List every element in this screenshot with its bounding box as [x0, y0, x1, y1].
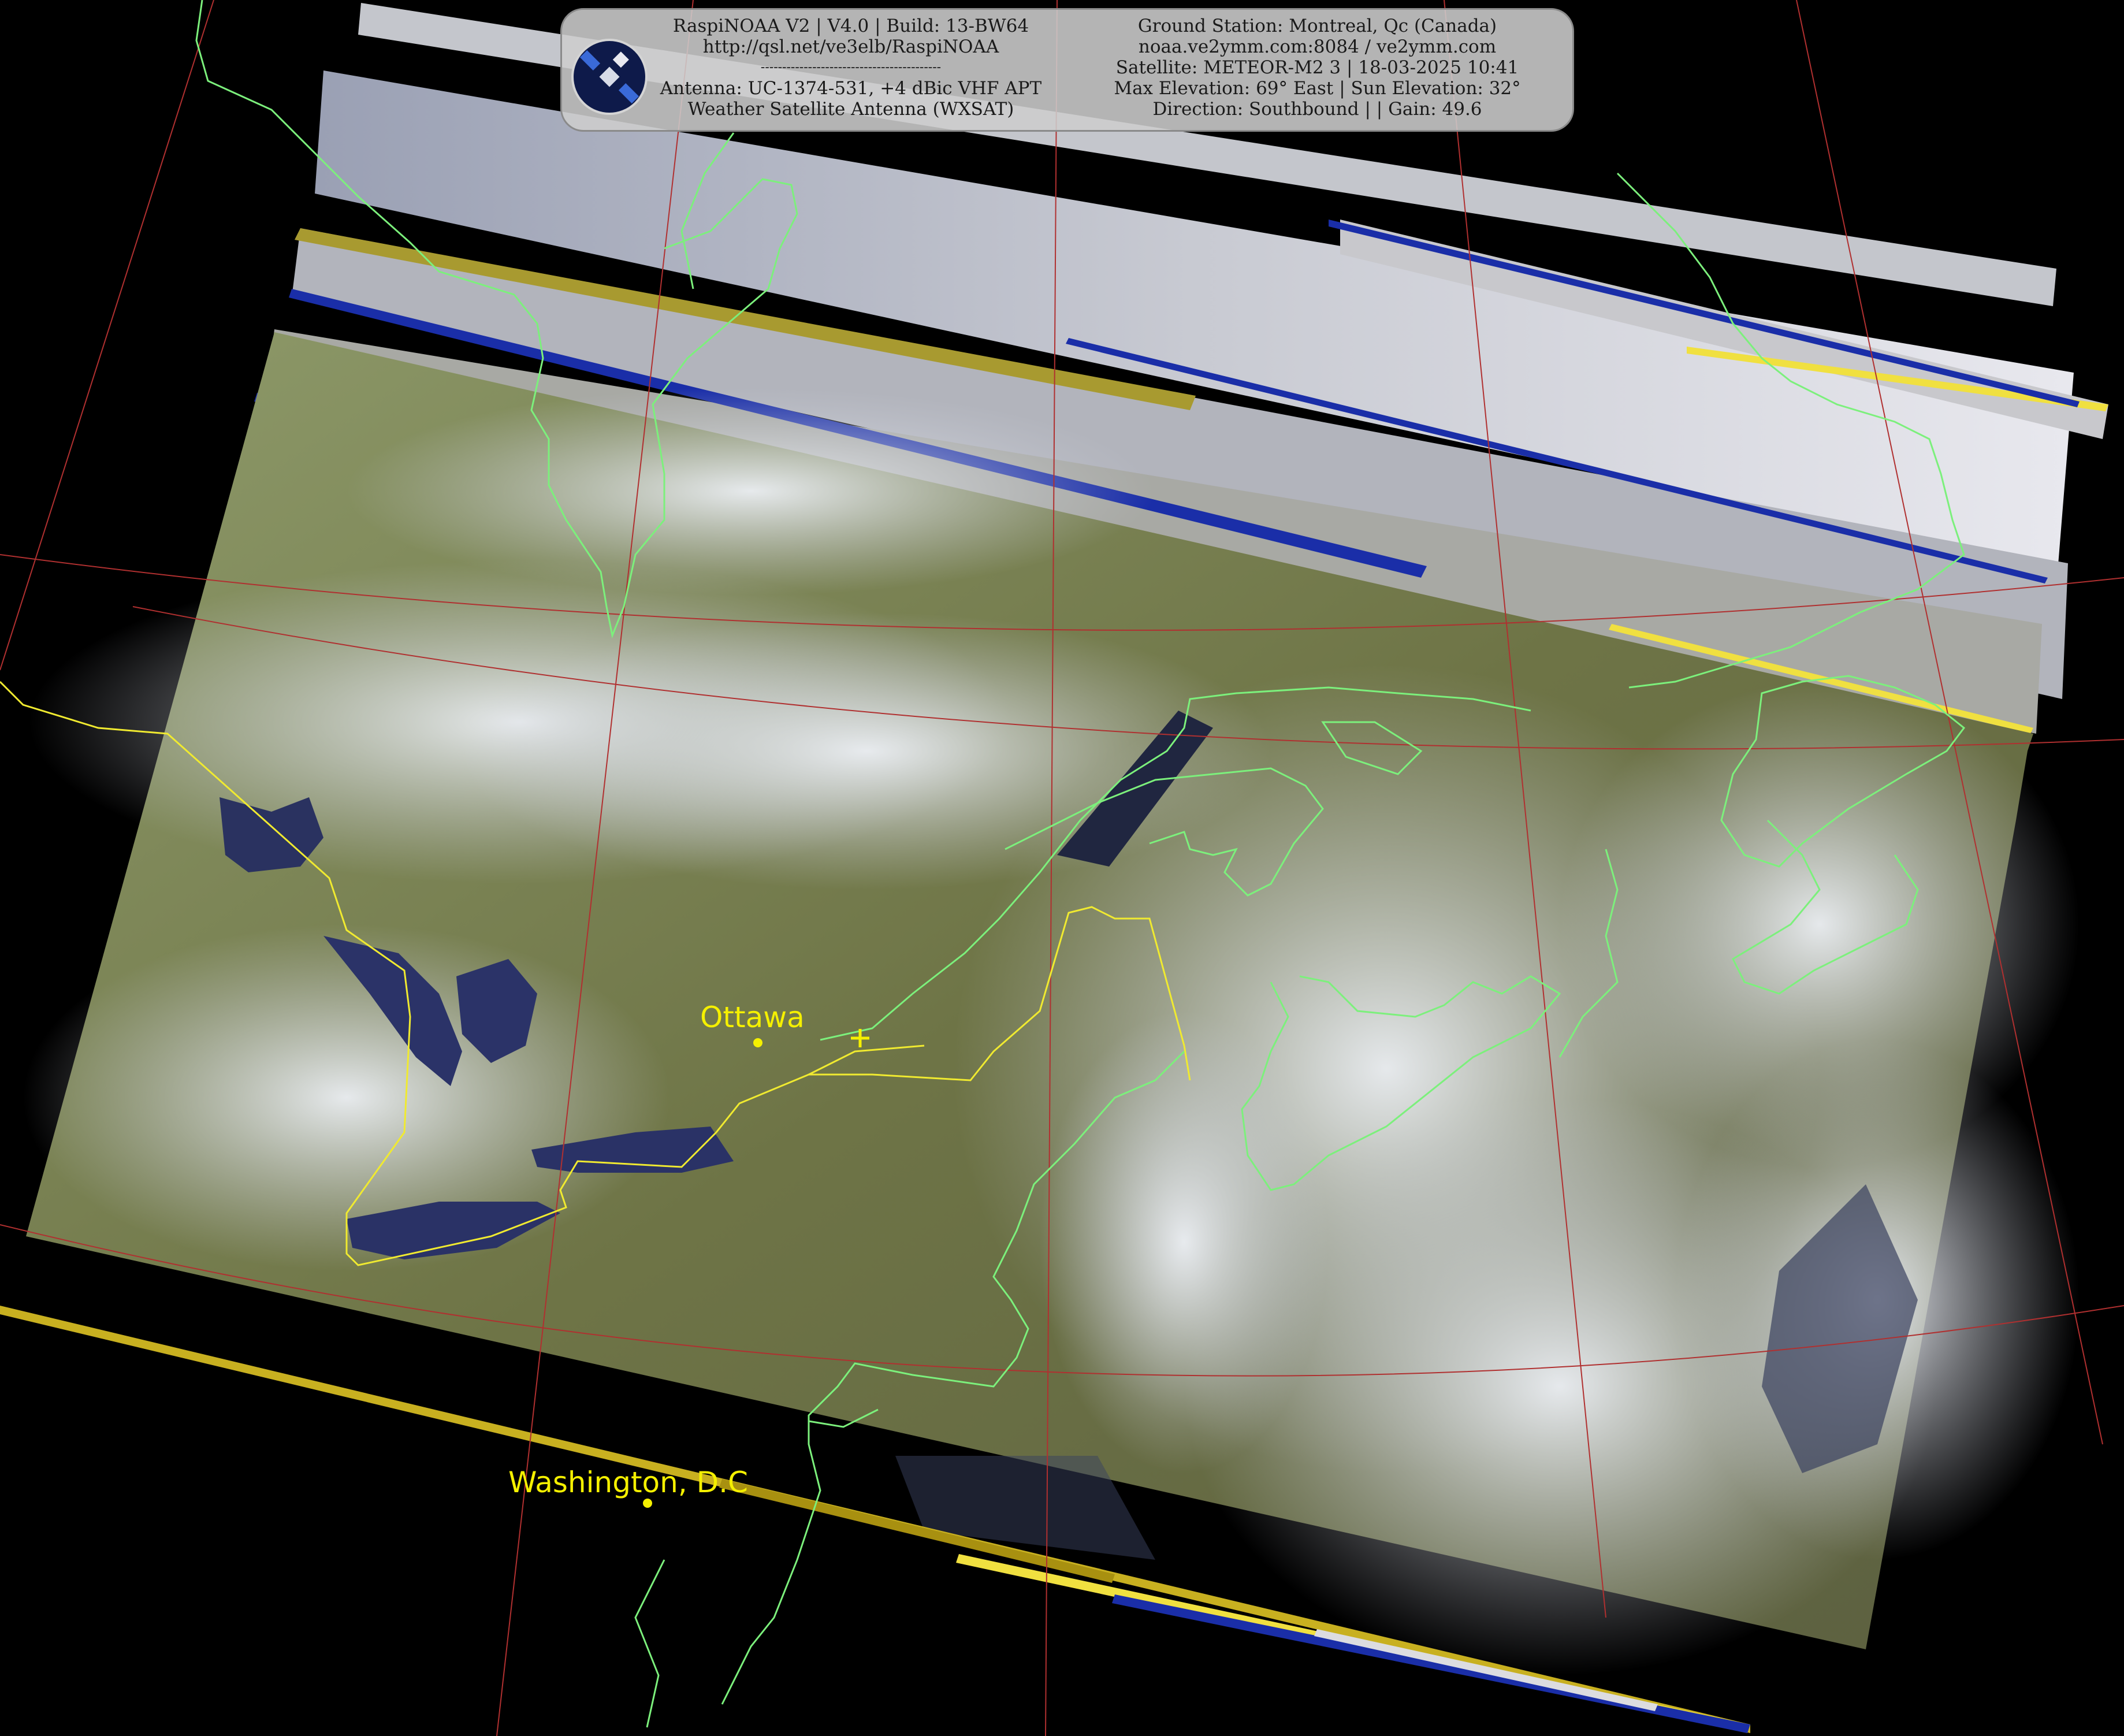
- header-separator: ----------------------------------------…: [760, 60, 942, 75]
- header-left-line: http://qsl.net/ve3elb/RaspiNOAA: [702, 36, 999, 57]
- info-header: RaspiNOAA V2 | V4.0 | Build: 13-BW64 htt…: [560, 8, 1574, 132]
- ottawa-label: Ottawa: [700, 1001, 805, 1034]
- header-right-line: Max Elevation: 69° East | Sun Elevation:…: [1114, 78, 1521, 99]
- header-right-column: Ground Station: Montreal, Qc (Canada) no…: [1065, 16, 1570, 120]
- header-right-line: Ground Station: Montreal, Qc (Canada): [1137, 16, 1497, 36]
- header-left-line: RaspiNOAA V2 | V4.0 | Build: 13-BW64: [672, 16, 1029, 36]
- washington-marker: [643, 1499, 652, 1508]
- header-right-line: Satellite: METEOR-M2 3 | 18-03-2025 10:4…: [1115, 57, 1519, 78]
- header-left-line: Antenna: UC-1374-531, +4 dBic VHF APT: [660, 78, 1042, 99]
- satellite-map: [0, 0, 2124, 1736]
- header-left-column: RaspiNOAA V2 | V4.0 | Build: 13-BW64 htt…: [643, 16, 1059, 120]
- washington-label: Washington, D.C: [508, 1466, 748, 1499]
- header-right-line: noaa.ve2ymm.com:8084 / ve2ymm.com: [1138, 36, 1497, 57]
- ottawa-marker: [753, 1038, 762, 1047]
- satellite-icon: [571, 39, 648, 115]
- header-left-line: Weather Satellite Antenna (WXSAT): [687, 99, 1014, 120]
- header-right-line: Direction: Southbound | | Gain: 49.6: [1152, 99, 1482, 120]
